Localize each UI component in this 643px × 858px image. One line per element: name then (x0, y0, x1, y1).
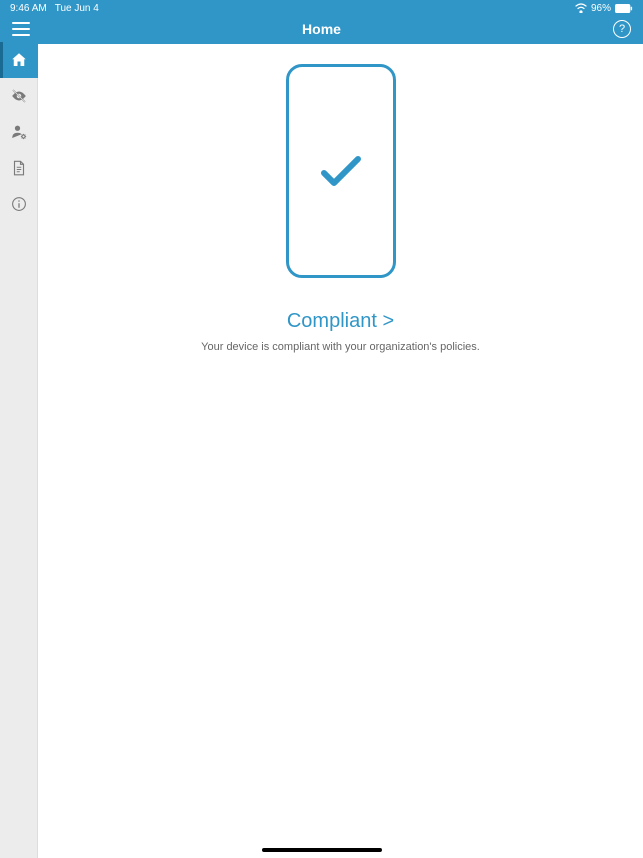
info-icon (10, 195, 28, 213)
app-header: Home ? (0, 16, 643, 42)
main-content: Compliant > Your device is compliant wit… (38, 42, 643, 858)
status-bar: 9:46 AM Tue Jun 4 96% (0, 0, 643, 16)
status-bar-right: 96% (575, 3, 633, 14)
app-body: Compliant > Your device is compliant wit… (0, 42, 643, 858)
sidebar-item-user-settings[interactable] (0, 114, 38, 150)
user-gear-icon (10, 123, 28, 141)
home-indicator[interactable] (262, 848, 382, 852)
status-time: 9:46 AM (10, 3, 47, 14)
sidebar-item-home[interactable] (0, 42, 38, 78)
page-title: Home (302, 21, 341, 37)
battery-icon (615, 4, 633, 13)
sidebar-item-document[interactable] (0, 150, 38, 186)
document-icon (10, 159, 28, 177)
sidebar-item-info[interactable] (0, 186, 38, 222)
battery-percent: 96% (591, 3, 611, 14)
checkmark-icon (316, 151, 366, 191)
menu-icon[interactable] (12, 22, 30, 36)
home-icon (10, 51, 28, 69)
status-bar-left: 9:46 AM Tue Jun 4 (10, 3, 99, 14)
device-outline (286, 64, 396, 278)
status-date: Tue Jun 4 (55, 3, 99, 14)
compliance-description: Your device is compliant with your organ… (201, 341, 480, 353)
wifi-icon (575, 3, 587, 13)
sidebar-item-privacy[interactable] (0, 78, 38, 114)
eye-off-icon (10, 87, 28, 105)
help-icon[interactable]: ? (613, 20, 631, 38)
sidebar (0, 42, 38, 858)
compliance-status-link[interactable]: Compliant > (287, 310, 394, 333)
